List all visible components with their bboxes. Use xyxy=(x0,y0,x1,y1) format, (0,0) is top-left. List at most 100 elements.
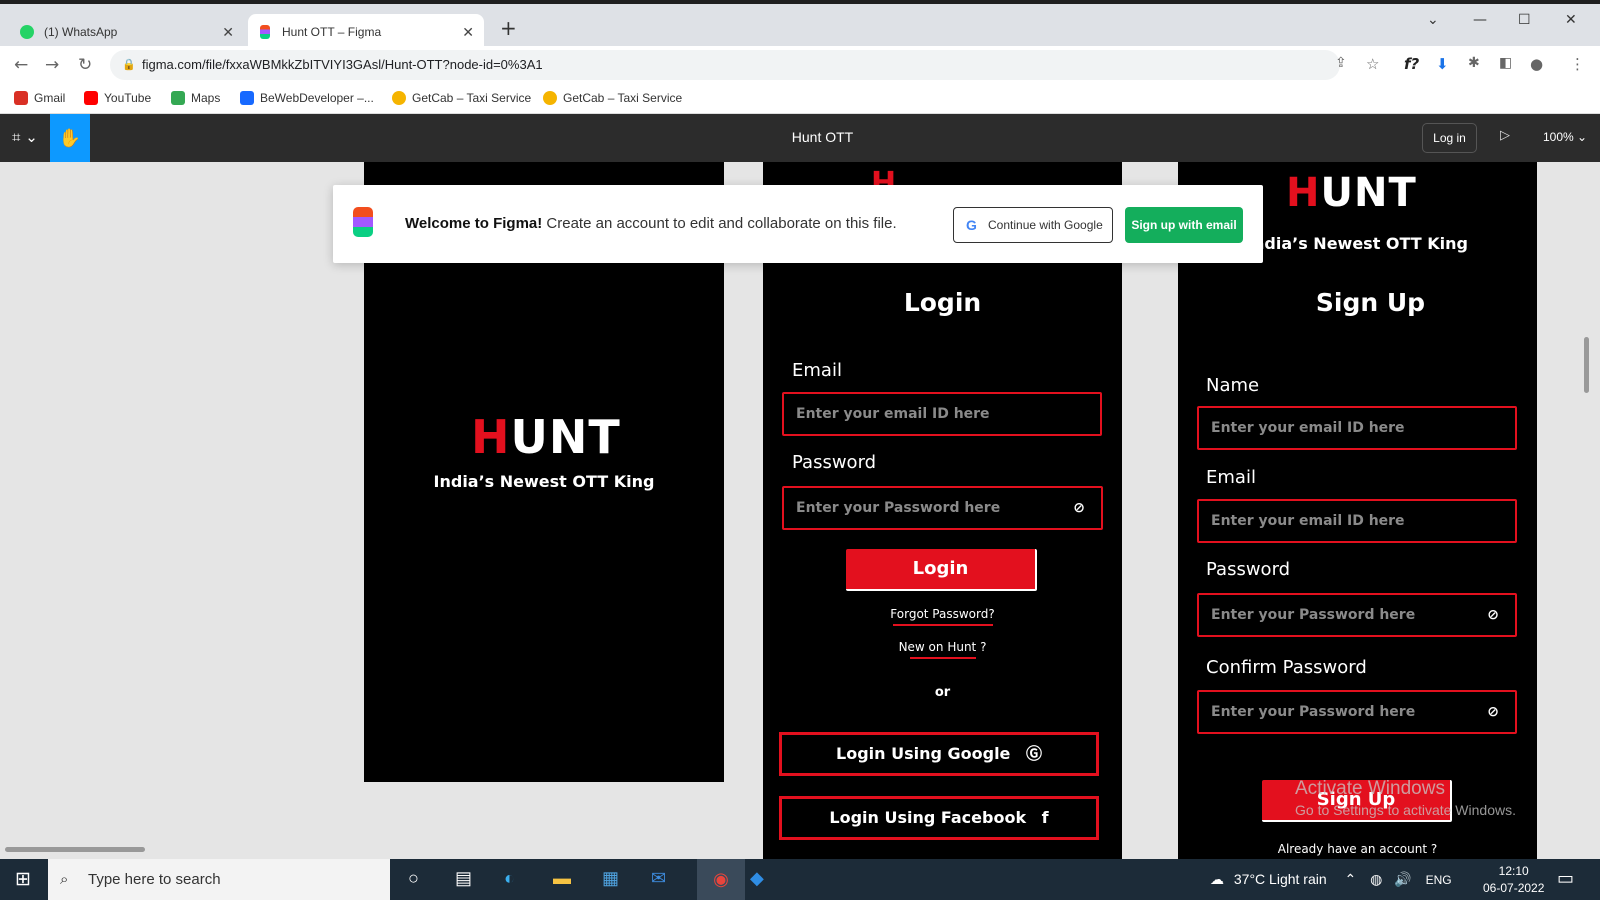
placeholder: Enter your Password here xyxy=(1211,704,1416,720)
bookmark-getcab-1[interactable]: GetCab – Taxi Service xyxy=(392,91,531,105)
minimize-icon[interactable]: — xyxy=(1473,12,1487,28)
eye-off-icon[interactable]: ⊘ xyxy=(1073,488,1085,528)
new-tab-icon[interactable]: + xyxy=(500,16,517,40)
share-icon[interactable]: ⇪ xyxy=(1335,55,1347,71)
or-divider: or xyxy=(934,685,951,700)
bookmark-maps[interactable]: Maps xyxy=(171,91,220,105)
figma-login-button[interactable]: Log in xyxy=(1422,123,1477,153)
tab-whatsapp[interactable]: (1) WhatsApp ✕ xyxy=(8,14,244,50)
placeholder: Enter your Password here xyxy=(1211,607,1416,623)
close-tab-icon[interactable]: ✕ xyxy=(462,24,474,41)
figma-icon xyxy=(260,25,270,39)
signup-name-field[interactable]: Enter your email ID here xyxy=(1197,406,1517,450)
horizontal-scrollbar[interactable] xyxy=(5,847,145,852)
button-label: Login Using Google xyxy=(836,744,1011,763)
placeholder: Enter your email ID here xyxy=(1211,420,1405,436)
windows-start-icon[interactable]: ⊞ xyxy=(15,868,31,891)
file-explorer-icon[interactable]: ▬ xyxy=(553,868,571,889)
sign-up-with-email-button[interactable]: Sign up with email xyxy=(1125,207,1243,243)
tab-figma[interactable]: Hunt OTT – Figma ✕ xyxy=(248,14,484,50)
link-text: New on Hunt ? xyxy=(898,640,987,654)
location-pin-icon xyxy=(392,91,406,105)
taskbar-clock[interactable]: 12:10 06-07-2022 xyxy=(1483,863,1544,897)
bookmark-bewebdeveloper[interactable]: BeWebDeveloper –... xyxy=(240,91,374,105)
url-field[interactable]: 🔒 figma.com/file/fxxaWBMkkZbITVIYI3GAsl/… xyxy=(110,50,1340,80)
language-indicator[interactable]: ENG xyxy=(1426,873,1452,887)
bookmark-gmail[interactable]: Gmail xyxy=(14,91,65,105)
eye-off-icon[interactable]: ⊘ xyxy=(1487,692,1499,732)
zoom-value: 100% xyxy=(1543,130,1574,144)
edge-icon[interactable]: ◐ xyxy=(504,868,515,889)
password-label: Password xyxy=(1206,559,1291,580)
side-panel-icon[interactable]: ◧ xyxy=(1499,55,1512,71)
maps-icon xyxy=(171,91,185,105)
bookmark-label: GetCab – Taxi Service xyxy=(412,91,532,105)
signup-frame: HUNT ndia’s Newest OTT King Sign Up Name… xyxy=(1178,162,1537,859)
whatsapp-icon xyxy=(20,25,34,39)
forgot-password-link[interactable]: Forgot Password? xyxy=(763,607,1122,626)
search-placeholder: Type here to search xyxy=(88,871,221,888)
present-play-icon[interactable]: ▷ xyxy=(1500,128,1510,143)
bookmark-label: YouTube xyxy=(104,91,152,105)
bookmark-label: GetCab – Taxi Service xyxy=(563,91,683,105)
task-view-icon[interactable]: ▤ xyxy=(455,868,472,889)
confirm-password-label: Confirm Password xyxy=(1206,657,1367,678)
mail-icon[interactable]: ✉ xyxy=(651,868,666,889)
signup-tagline: ndia’s Newest OTT King xyxy=(1253,234,1469,253)
login-facebook-button[interactable]: Login Using Facebook f xyxy=(779,796,1099,840)
tray-up-icon[interactable]: ⌃ xyxy=(1345,871,1357,887)
url-text: figma.com/file/fxxaWBMkkZbITVIYI3GAsl/Hu… xyxy=(142,57,543,72)
weather-text[interactable]: 37°C Light rain xyxy=(1234,871,1327,887)
close-window-icon[interactable]: ✕ xyxy=(1565,12,1577,28)
bookmark-getcab-2[interactable]: GetCab – Taxi Service xyxy=(543,91,682,105)
chrome-icon[interactable]: ◉ xyxy=(697,859,745,900)
fonts-extension-icon[interactable]: f? xyxy=(1404,55,1419,73)
reload-icon[interactable]: ↻ xyxy=(78,55,92,75)
back-icon[interactable]: ← xyxy=(14,55,28,75)
address-bar-row: ← → ↻ 🔒 figma.com/file/fxxaWBMkkZbITVIYI… xyxy=(0,46,1600,84)
vertical-scrollbar[interactable] xyxy=(1584,337,1589,393)
maximize-icon[interactable]: ☐ xyxy=(1518,12,1531,28)
close-tab-icon[interactable]: ✕ xyxy=(222,24,234,41)
profile-icon[interactable]: ● xyxy=(1530,55,1543,73)
clock-date: 06-07-2022 xyxy=(1483,881,1545,895)
placeholder: Enter your email ID here xyxy=(796,406,990,422)
bookmark-youtube[interactable]: YouTube xyxy=(84,91,151,105)
signup-confirm-password-field[interactable]: Enter your Password here ⊘ xyxy=(1197,690,1517,734)
notifications-icon[interactable]: ▭ xyxy=(1557,868,1574,889)
browser-tab-bar: (1) WhatsApp ✕ Hunt OTT – Figma ✕ + ⌄ — … xyxy=(0,0,1600,50)
store-icon[interactable]: ▦ xyxy=(602,868,619,889)
menu-icon[interactable]: ⋮ xyxy=(1570,55,1585,73)
eye-off-icon[interactable]: ⊘ xyxy=(1487,595,1499,635)
tab-search-icon[interactable]: ⌄ xyxy=(1427,12,1439,28)
network-icon[interactable]: ◍ xyxy=(1370,871,1382,887)
continue-with-google-button[interactable]: G Continue with Google xyxy=(953,207,1113,243)
login-email-field[interactable]: Enter your email ID here xyxy=(782,392,1102,436)
cortana-icon[interactable]: ○ xyxy=(408,868,419,889)
new-on-hunt-link[interactable]: New on Hunt ? xyxy=(763,640,1122,659)
watermark-line2: Go to Settings to activate Windows. xyxy=(1295,802,1516,818)
system-tray: ☁ 37°C Light rain ⌃ ◍ 🔊 ENG xyxy=(1210,871,1452,888)
figma-canvas[interactable]: HUNT India’s Newest OTT King H Login Ema… xyxy=(0,162,1600,859)
bookmarks-bar: Gmail YouTube Maps BeWebDeveloper –... G… xyxy=(0,84,1600,114)
password-label: Password xyxy=(792,452,877,473)
forward-icon[interactable]: → xyxy=(45,55,59,75)
download-extension-icon[interactable]: ⬇ xyxy=(1436,55,1449,73)
volume-icon[interactable]: 🔊 xyxy=(1394,871,1411,887)
already-have-account-link[interactable]: Already have an account ? xyxy=(1178,842,1537,856)
splash-tagline: India’s Newest OTT King xyxy=(433,472,655,491)
bookmark-label: BeWebDeveloper –... xyxy=(260,91,374,105)
taskbar-search[interactable]: ⌕ Type here to search xyxy=(48,859,390,900)
bookmark-star-icon[interactable]: ☆ xyxy=(1366,55,1379,73)
login-google-button[interactable]: Login Using Google Ⓖ xyxy=(779,732,1099,776)
login-button[interactable]: Login xyxy=(846,549,1037,591)
extensions-icon[interactable]: ✱ xyxy=(1468,55,1480,71)
signup-email-field[interactable]: Enter your email ID here xyxy=(1197,499,1517,543)
tab-label: Hunt OTT – Figma xyxy=(282,25,382,39)
bookmark-label: Gmail xyxy=(34,91,66,105)
zoom-dropdown[interactable]: 100% ⌄ xyxy=(1543,130,1587,144)
vscode-icon[interactable]: ◆ xyxy=(750,868,764,889)
name-label: Name xyxy=(1206,375,1260,396)
login-password-field[interactable]: Enter your Password here ⊘ xyxy=(782,486,1103,530)
signup-password-field[interactable]: Enter your Password here ⊘ xyxy=(1197,593,1517,637)
